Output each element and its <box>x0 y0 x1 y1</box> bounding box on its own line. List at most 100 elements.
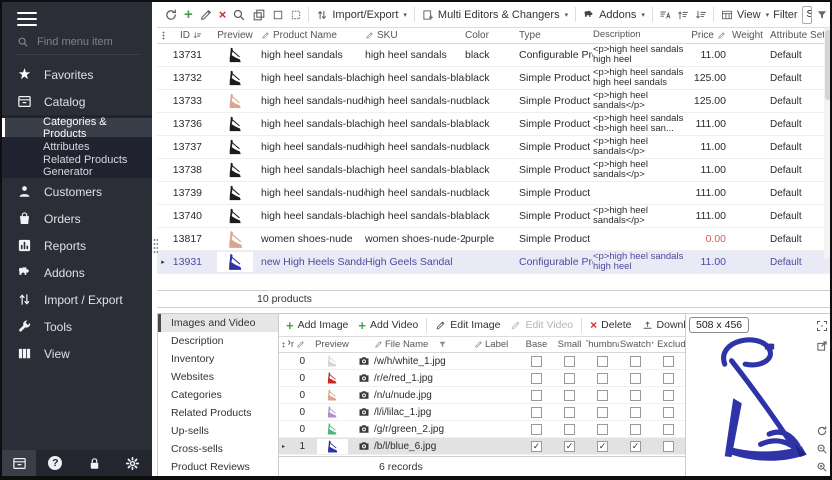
sidebar-item-tools[interactable]: Tools <box>2 313 152 340</box>
image-row[interactable]: ▸1/b/l/blue_6.jpg✓✓✓✓ <box>279 438 685 455</box>
column-header-product-name[interactable]: Product Name <box>261 30 365 41</box>
table-row[interactable]: 13733high heel sandals-nudehigh heel san… <box>157 90 832 113</box>
collapse-rows-button[interactable] <box>692 9 710 21</box>
table-row[interactable]: 13736high heel sandals-black-36high heel… <box>157 113 832 136</box>
tab-up-sells[interactable]: Up-sells <box>158 422 278 440</box>
image-row[interactable]: 0/r/e/red_1.jpg <box>279 370 685 387</box>
sort-columns-button[interactable] <box>656 9 674 21</box>
expand-rows-button[interactable] <box>674 9 692 21</box>
column-header-image-preview[interactable]: Preview <box>310 339 354 350</box>
column-header-small[interactable]: Small <box>553 339 586 350</box>
table-row[interactable]: 13738high heel sandals-black-37high heel… <box>157 159 832 182</box>
sidebar-item-view[interactable]: View <box>2 340 152 367</box>
panel-splitter-handle[interactable] <box>153 238 158 254</box>
column-header-sku[interactable]: SKU <box>365 30 465 41</box>
paste-special-button[interactable] <box>287 9 305 21</box>
image-row[interactable]: 0/g/r/green_2.jpg <box>279 421 685 438</box>
column-header-type[interactable]: Type <box>519 30 593 41</box>
zoom-out-button[interactable] <box>816 442 828 460</box>
edit-video-button[interactable]: Edit Video <box>505 319 578 331</box>
column-header-thumbnail[interactable]: Thumbna <box>586 339 619 350</box>
view-menu[interactable]: View▾ <box>717 9 773 21</box>
search-button[interactable] <box>229 8 249 22</box>
base-checkbox[interactable]: ✓ <box>531 441 542 452</box>
sidebar-item-categories-products[interactable]: Categories & Products <box>2 118 152 137</box>
table-row[interactable]: ▸13931new High Heels SandalsHigh Geels S… <box>157 251 832 274</box>
exclude-checkbox[interactable] <box>663 356 674 367</box>
store-button[interactable] <box>2 450 36 476</box>
base-checkbox[interactable] <box>531 373 542 384</box>
settings-button[interactable] <box>113 456 152 471</box>
filters-menu[interactable]: Filters▾ <box>812 9 832 21</box>
swatch-checkbox[interactable] <box>630 407 641 418</box>
column-header-color[interactable]: Color <box>465 30 519 41</box>
lock-button[interactable] <box>75 456 114 471</box>
exclude-checkbox[interactable] <box>663 441 674 452</box>
delete-product-button[interactable]: × <box>216 8 230 21</box>
exclude-checkbox[interactable] <box>663 407 674 418</box>
help-button[interactable]: ? <box>36 456 75 470</box>
image-row[interactable]: 0/l/i/lilac_1.jpg <box>279 404 685 421</box>
sidebar-item-customers[interactable]: Customers <box>2 178 152 205</box>
tab-websites[interactable]: Websites <box>158 368 278 386</box>
fullscreen-button[interactable] <box>816 319 828 337</box>
column-header-label[interactable]: Label <box>474 339 520 350</box>
tab-product-reviews[interactable]: Product Reviews <box>158 458 278 476</box>
sidebar-item-favorites[interactable]: ★ Favorites <box>2 61 152 88</box>
zoom-in-button[interactable] <box>816 460 828 478</box>
tab-categories[interactable]: Categories <box>158 386 278 404</box>
column-header-attribute-set[interactable]: Attribute Set Name <box>770 30 832 41</box>
add-video-button[interactable]: +Add Video <box>353 319 423 332</box>
menu-search-input[interactable] <box>37 36 129 48</box>
table-row[interactable]: 13731high heel sandalshigh heel sandalsb… <box>157 44 832 67</box>
tab-cross-sells[interactable]: Cross-sells <box>158 440 278 458</box>
copy-button[interactable] <box>249 8 269 22</box>
edit-product-button[interactable] <box>196 8 216 22</box>
base-checkbox[interactable] <box>531 424 542 435</box>
small-checkbox[interactable] <box>564 390 575 401</box>
sidebar-item-related-products-generator[interactable]: Related Products Generator <box>2 156 152 175</box>
small-checkbox[interactable] <box>564 407 575 418</box>
table-row[interactable]: 13737high heel sandals-nude-36high heel … <box>157 136 832 159</box>
add-product-button[interactable]: + <box>181 7 196 22</box>
addons-menu[interactable]: Addons▾ <box>579 9 649 21</box>
products-grid-scrollbar[interactable] <box>824 28 832 258</box>
column-header-preview[interactable]: Preview <box>209 30 261 41</box>
refresh-button[interactable] <box>161 8 181 22</box>
category-filter-select[interactable]: Show products from selected categories▾ <box>802 6 812 24</box>
exclude-checkbox[interactable] <box>663 424 674 435</box>
base-checkbox[interactable] <box>531 390 542 401</box>
tab-description[interactable]: Description <box>158 332 278 350</box>
exclude-checkbox[interactable] <box>663 390 674 401</box>
column-header-id[interactable]: ID <box>169 30 209 41</box>
column-header-exclude[interactable]: Exclude <box>652 339 685 350</box>
swatch-checkbox[interactable] <box>630 356 641 367</box>
tab-related-products[interactable]: Related Products <box>158 404 278 422</box>
small-checkbox[interactable] <box>564 424 575 435</box>
column-header-weight[interactable]: Weight <box>732 30 770 41</box>
sidebar-item-addons[interactable]: Addons <box>2 259 152 286</box>
edit-image-button[interactable]: Edit Image <box>430 319 505 331</box>
thumbnail-checkbox[interactable] <box>597 407 608 418</box>
column-header-file-name[interactable]: File Name <box>374 339 474 350</box>
small-checkbox[interactable] <box>564 356 575 367</box>
column-header-price[interactable]: Price <box>688 30 732 41</box>
swatch-checkbox[interactable] <box>630 424 641 435</box>
exclude-checkbox[interactable] <box>663 373 674 384</box>
column-header-position[interactable]: Pr <box>288 339 310 350</box>
thumbnail-checkbox[interactable] <box>597 373 608 384</box>
sidebar-item-catalog[interactable]: Catalog <box>2 88 152 115</box>
swatch-checkbox[interactable]: ✓ <box>630 441 641 452</box>
small-checkbox[interactable]: ✓ <box>564 441 575 452</box>
thumbnail-checkbox[interactable] <box>597 356 608 367</box>
table-row[interactable]: 13740high heel sandals-black-38high heel… <box>157 205 832 228</box>
table-row[interactable]: 13739high heel sandals-nude-37high heel … <box>157 182 832 205</box>
table-row[interactable]: 13732high heel sandals-blackhigh heel sa… <box>157 67 832 90</box>
sidebar-item-import-export[interactable]: Import / Export <box>2 286 152 313</box>
delete-image-button[interactable]: ×Delete <box>585 319 636 331</box>
image-row[interactable]: 0/w/h/white_1.jpg <box>279 353 685 370</box>
column-header-swatch[interactable]: Swatch <box>619 339 652 350</box>
rotate-image-button[interactable] <box>816 424 828 442</box>
tab-inventory[interactable]: Inventory <box>158 350 278 368</box>
base-checkbox[interactable] <box>531 407 542 418</box>
